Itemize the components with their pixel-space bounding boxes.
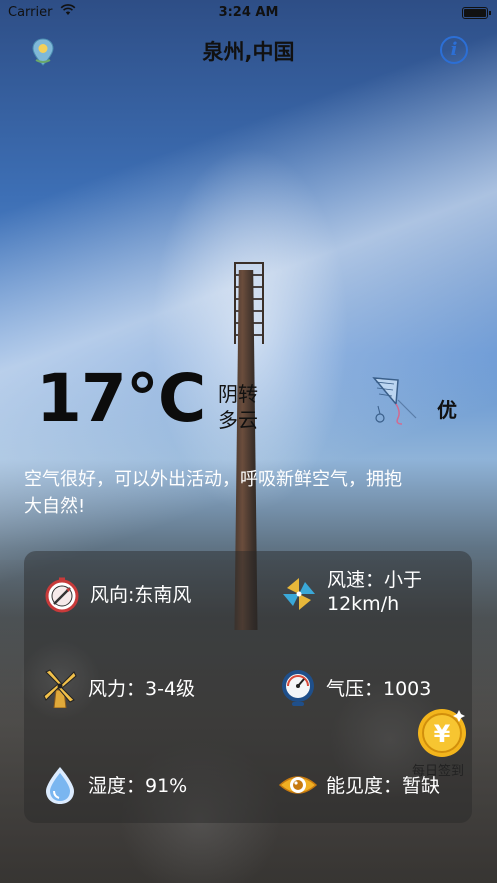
barometer-icon — [282, 670, 314, 706]
water-drop-icon — [46, 767, 74, 804]
eye-icon — [278, 776, 318, 794]
aqi-level: 优 — [437, 398, 457, 422]
wind-speed-label: 风速：小于12km/h — [327, 569, 423, 615]
pressure-item: 气压：1003 — [278, 668, 431, 708]
coin-icon[interactable]: ¥ — [417, 708, 467, 758]
humidity-label: 湿度：91% — [88, 775, 188, 797]
battery-icon — [462, 7, 491, 19]
temperature: 17°C — [36, 360, 206, 437]
air-quality-advice: 空气很好，可以外出活动，呼吸新鲜空气，拥抱大自然! — [24, 469, 402, 517]
weather-condition: 阴转多云 — [218, 382, 258, 432]
wind-direction-label: 风向:东南风 — [90, 584, 192, 606]
pressure-label: 气压：1003 — [326, 678, 432, 700]
city-title: 泉州,中国 — [202, 40, 295, 64]
info-icon[interactable]: i — [440, 36, 468, 64]
windmill-icon — [43, 669, 77, 708]
wind-speed-item: 风速：小于12km/h — [279, 568, 467, 616]
clock: 3:24 AM — [218, 5, 279, 20]
wind-direction-item: 风向:东南风 — [42, 575, 191, 615]
compass-icon — [45, 577, 79, 613]
svg-text:¥: ¥ — [434, 720, 451, 748]
wind-force-item: 风力：3-4级 — [40, 668, 195, 708]
pinwheel-icon — [283, 578, 315, 610]
status-bar: Carrier 3:24 AM — [0, 0, 497, 26]
daily-checkin-label[interactable]: 每日签到 — [412, 760, 464, 779]
kite-icon — [372, 377, 417, 425]
humidity-item: 湿度：91% — [40, 765, 187, 805]
wind-force-label: 风力：3-4级 — [88, 678, 196, 700]
